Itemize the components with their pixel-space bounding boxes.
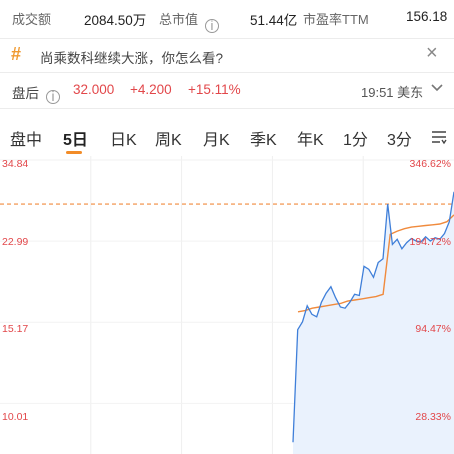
volume-label: 成交额 (12, 12, 52, 27)
chevron-down-icon[interactable] (430, 80, 444, 97)
hash-icon: # (11, 44, 22, 64)
divider (0, 108, 454, 109)
active-tab-indicator (66, 151, 82, 154)
mktcap-label: 总市值 (159, 12, 199, 27)
settings-lines-icon[interactable] (430, 128, 448, 151)
partial-row-above: — — — — — — — — — (0, 0, 454, 2)
pe-value: 156.18 (406, 9, 448, 24)
tab-month-k[interactable]: 月K (203, 126, 230, 150)
price-chart[interactable]: 34.84 22.99 15.17 10.01 346.62% 194.72% … (0, 156, 454, 454)
after-hours-change-pct: +15.11% (188, 82, 241, 97)
tab-3-min[interactable]: 3分 (387, 126, 412, 150)
tab-week-k[interactable]: 周K (155, 126, 182, 150)
chart-period-tabs: 盘中 5日 日K 周K 月K 季K 年K 1分 3分 (0, 120, 454, 154)
y-axis-right-label: 346.62% (409, 158, 451, 170)
pe-label: 市盈率TTM (303, 12, 369, 27)
after-hours-label: 盘后 (12, 86, 39, 101)
y-axis-left-label: 22.99 (2, 236, 29, 248)
divider (0, 38, 454, 39)
y-axis-left-label: 10.01 (2, 411, 29, 423)
tab-quarter-k[interactable]: 季K (250, 126, 277, 150)
tab-year-k[interactable]: 年K (297, 126, 324, 150)
mktcap-value: 51.44亿 (250, 13, 298, 28)
tab-day-k[interactable]: 日K (110, 126, 137, 150)
chart-canvas[interactable] (0, 156, 454, 454)
discussion-banner[interactable]: # 尚乘数科继续大涨，你怎么看? × (0, 40, 454, 70)
after-hours-row: 盘后 i 32.000 +4.200 +15.11% 19:51 美东 (0, 76, 454, 104)
stats-row: — — — — — — — — — 成交额 2084.50万 总市值 i 51.… (0, 0, 454, 36)
close-icon[interactable]: × (426, 43, 438, 63)
tab-5-day[interactable]: 5日 (63, 126, 88, 150)
after-hours-time: 19:51 美东 (361, 85, 424, 100)
after-hours-price: 32.000 (73, 82, 115, 97)
tab-intraday[interactable]: 盘中 (10, 126, 42, 150)
y-axis-left-label: 15.17 (2, 323, 29, 335)
y-axis-right-label: 194.72% (409, 236, 451, 248)
y-axis-left-label: 34.84 (2, 158, 29, 170)
divider (0, 72, 454, 73)
y-axis-right-label: 94.47% (415, 323, 451, 335)
y-axis-right-label: 28.33% (415, 411, 451, 423)
tab-1-min[interactable]: 1分 (343, 126, 368, 150)
volume-value: 2084.50万 (84, 13, 147, 28)
discussion-text[interactable]: 尚乘数科继续大涨，你怎么看? (40, 47, 223, 67)
after-hours-change: +4.200 (130, 82, 172, 97)
